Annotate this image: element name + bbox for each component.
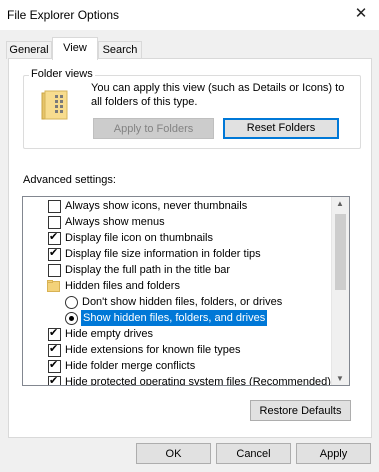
checkbox-always-show-menus[interactable] xyxy=(48,216,61,229)
setting-hide-empty-drives[interactable]: ✔ Hide empty drives xyxy=(23,326,331,342)
title-bar: File Explorer Options ✕ xyxy=(0,0,379,30)
setting-hide-protected-files[interactable]: ✔ Hide protected operating system files … xyxy=(23,374,331,386)
setting-display-file-icon[interactable]: ✔ Display file icon on thumbnails xyxy=(23,230,331,246)
setting-label: Don't show hidden files, folders, or dri… xyxy=(82,296,283,308)
check-icon: ✔ xyxy=(49,359,59,371)
checkbox-hide-empty-drives[interactable]: ✔ xyxy=(48,327,61,341)
setting-label: Hide empty drives xyxy=(65,328,154,340)
tab-search[interactable]: Search xyxy=(98,41,142,59)
checkbox-hide-merge-conflicts[interactable]: ✔ xyxy=(48,359,61,373)
folder-views-label: Folder views xyxy=(29,68,95,80)
setting-label: Always show menus xyxy=(65,216,165,228)
setting-show-hidden[interactable]: Show hidden files, folders, and drives xyxy=(23,310,331,326)
setting-label: Hidden files and folders xyxy=(65,280,180,292)
checkbox-hide-extensions[interactable]: ✔ xyxy=(48,343,61,357)
scroll-thumb[interactable] xyxy=(335,214,346,290)
check-icon: ✔ xyxy=(49,375,59,386)
radio-show-hidden[interactable] xyxy=(65,312,78,325)
scroll-down-icon[interactable]: ▼ xyxy=(336,374,344,383)
tab-view[interactable]: View xyxy=(52,37,98,60)
restore-defaults-button[interactable]: Restore Defaults xyxy=(250,400,351,421)
scroll-up-icon[interactable]: ▲ xyxy=(336,199,344,208)
radio-dont-show-hidden[interactable] xyxy=(65,296,78,309)
check-icon: ✔ xyxy=(49,247,59,259)
check-icon: ✔ xyxy=(49,327,59,339)
tab-general[interactable]: General xyxy=(6,41,52,59)
apply-button[interactable]: Apply xyxy=(296,443,371,464)
setting-label: Display file icon on thumbnails xyxy=(65,232,213,244)
setting-display-full-path[interactable]: Display the full path in the title bar xyxy=(23,262,331,278)
checkbox-display-full-path[interactable] xyxy=(48,264,61,277)
setting-label: Display file size information in folder … xyxy=(65,248,261,260)
folder-views-description: You can apply this view (such as Details… xyxy=(91,82,345,108)
checkbox-display-file-icon[interactable]: ✔ xyxy=(48,231,61,245)
setting-label: Display the full path in the title bar xyxy=(65,264,231,276)
ok-button[interactable]: OK xyxy=(136,443,211,464)
setting-label: Always show icons, never thumbnails xyxy=(65,200,248,212)
setting-label: Show hidden files, folders, and drives xyxy=(81,310,268,326)
window-title: File Explorer Options xyxy=(7,8,120,22)
checkbox-display-file-size[interactable]: ✔ xyxy=(48,247,61,261)
radio-dot xyxy=(69,316,74,321)
setting-dont-show-hidden[interactable]: Don't show hidden files, folders, or dri… xyxy=(23,294,331,310)
setting-hide-extensions[interactable]: ✔ Hide extensions for known file types xyxy=(23,342,331,358)
close-icon[interactable]: ✕ xyxy=(353,6,369,22)
setting-display-file-size[interactable]: ✔ Display file size information in folde… xyxy=(23,246,331,262)
checkbox-always-show-icons[interactable] xyxy=(48,200,61,213)
cancel-button[interactable]: Cancel xyxy=(216,443,291,464)
folder-views-icon xyxy=(41,90,68,120)
advanced-settings-tree[interactable]: Always show icons, never thumbnails Alwa… xyxy=(22,196,350,386)
check-icon: ✔ xyxy=(49,343,59,355)
setting-always-show-menus[interactable]: Always show menus xyxy=(23,214,331,230)
advanced-settings-scrollbar[interactable]: ▲ ▼ xyxy=(331,197,349,385)
setting-label: Hide protected operating system files (R… xyxy=(65,376,331,386)
setting-always-show-icons[interactable]: Always show icons, never thumbnails xyxy=(23,198,331,214)
advanced-settings-label: Advanced settings: xyxy=(23,174,116,186)
setting-hide-merge-conflicts[interactable]: ✔ Hide folder merge conflicts xyxy=(23,358,331,374)
reset-folders-button[interactable]: Reset Folders xyxy=(223,118,339,139)
setting-label: Hide extensions for known file types xyxy=(65,344,241,356)
folder-icon xyxy=(47,280,60,292)
checkbox-hide-protected-files[interactable]: ✔ xyxy=(48,375,61,386)
check-icon: ✔ xyxy=(49,231,59,243)
setting-label: Hide folder merge conflicts xyxy=(65,360,196,372)
setting-group-hidden-files[interactable]: Hidden files and folders xyxy=(23,278,331,294)
apply-to-folders-button[interactable]: Apply to Folders xyxy=(93,118,214,139)
